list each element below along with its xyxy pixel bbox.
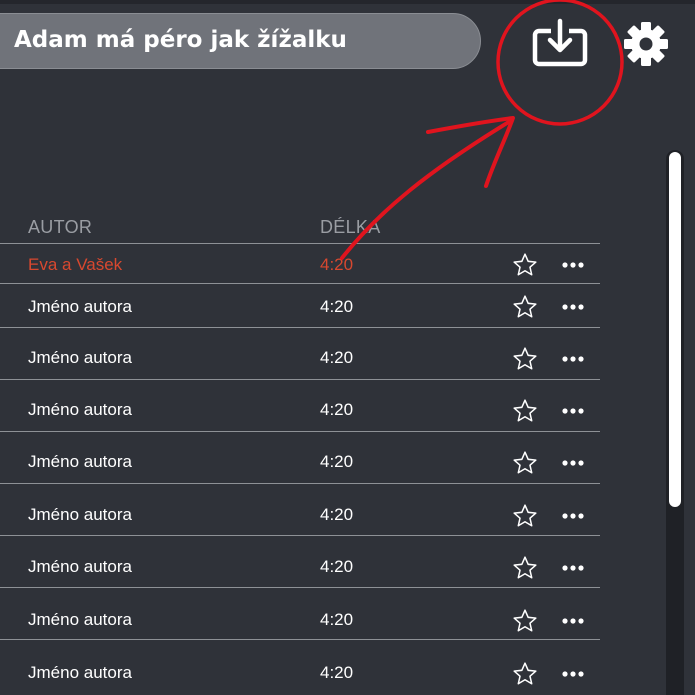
row-divider bbox=[0, 639, 600, 640]
track-length: 4:20 bbox=[320, 297, 354, 316]
more-icon[interactable] bbox=[560, 503, 586, 529]
track-length: 4:20 bbox=[320, 505, 354, 524]
track-author: Jméno autora bbox=[28, 505, 132, 524]
track-row[interactable]: Jméno autora 4:20 bbox=[0, 380, 600, 432]
track-length: 4:20 bbox=[320, 610, 354, 629]
track-length: 4:20 bbox=[320, 557, 354, 576]
star-icon[interactable] bbox=[512, 450, 538, 476]
track-row[interactable]: Jméno autora 4:20 bbox=[0, 328, 600, 380]
app-window: Adam má péro jak žížalku AUTOR DÉLKA Eva… bbox=[0, 0, 695, 695]
more-icon[interactable] bbox=[560, 252, 586, 278]
star-icon[interactable] bbox=[512, 294, 538, 320]
track-author: Jméno autora bbox=[28, 452, 132, 471]
track-author: Jméno autora bbox=[28, 297, 132, 316]
track-length: 4:20 bbox=[320, 348, 354, 367]
track-row[interactable]: Jméno autora 4:20 bbox=[0, 484, 600, 536]
track-author: Eva a Vašek bbox=[28, 255, 123, 274]
gear-icon bbox=[624, 22, 668, 66]
track-length: 4:20 bbox=[320, 400, 354, 419]
more-icon[interactable] bbox=[560, 346, 586, 372]
track-length: 4:20 bbox=[320, 255, 354, 274]
track-length: 4:20 bbox=[320, 663, 354, 682]
settings-button[interactable] bbox=[622, 20, 670, 68]
more-icon[interactable] bbox=[560, 398, 586, 424]
annotation-arrow-head bbox=[426, 116, 515, 188]
column-header-length[interactable]: DÉLKA bbox=[320, 217, 381, 238]
star-icon[interactable] bbox=[512, 398, 538, 424]
more-icon[interactable] bbox=[560, 294, 586, 320]
track-author: Jméno autora bbox=[28, 348, 132, 367]
track-row[interactable]: Jméno autora 4:20 bbox=[0, 284, 600, 328]
download-button[interactable] bbox=[531, 17, 589, 69]
track-author: Jméno autora bbox=[28, 400, 132, 419]
search-query[interactable]: Adam má péro jak žížalku bbox=[14, 27, 347, 53]
top-edge bbox=[0, 0, 695, 4]
star-icon[interactable] bbox=[512, 661, 538, 687]
more-icon[interactable] bbox=[560, 608, 586, 634]
star-icon[interactable] bbox=[512, 503, 538, 529]
more-icon[interactable] bbox=[560, 661, 586, 687]
star-icon[interactable] bbox=[512, 555, 538, 581]
star-icon[interactable] bbox=[512, 252, 538, 278]
track-row[interactable]: Jméno autora 4:20 bbox=[0, 432, 600, 484]
track-row[interactable]: Jméno autora 4:20 bbox=[0, 588, 600, 640]
column-header-author[interactable]: AUTOR bbox=[28, 217, 92, 238]
track-length: 4:20 bbox=[320, 452, 354, 471]
track-author: Jméno autora bbox=[28, 557, 132, 576]
track-row[interactable]: Jméno autora 4:20 bbox=[0, 536, 600, 588]
star-icon[interactable] bbox=[512, 346, 538, 372]
download-icon bbox=[532, 18, 588, 67]
scrollbar-thumb[interactable] bbox=[669, 152, 681, 507]
track-row[interactable]: Jméno autora 4:20 bbox=[0, 641, 600, 693]
more-icon[interactable] bbox=[560, 450, 586, 476]
track-author: Jméno autora bbox=[28, 663, 132, 682]
track-row[interactable]: Eva a Vašek 4:20 bbox=[0, 244, 600, 284]
track-author: Jméno autora bbox=[28, 610, 132, 629]
star-icon[interactable] bbox=[512, 608, 538, 634]
more-icon[interactable] bbox=[560, 555, 586, 581]
